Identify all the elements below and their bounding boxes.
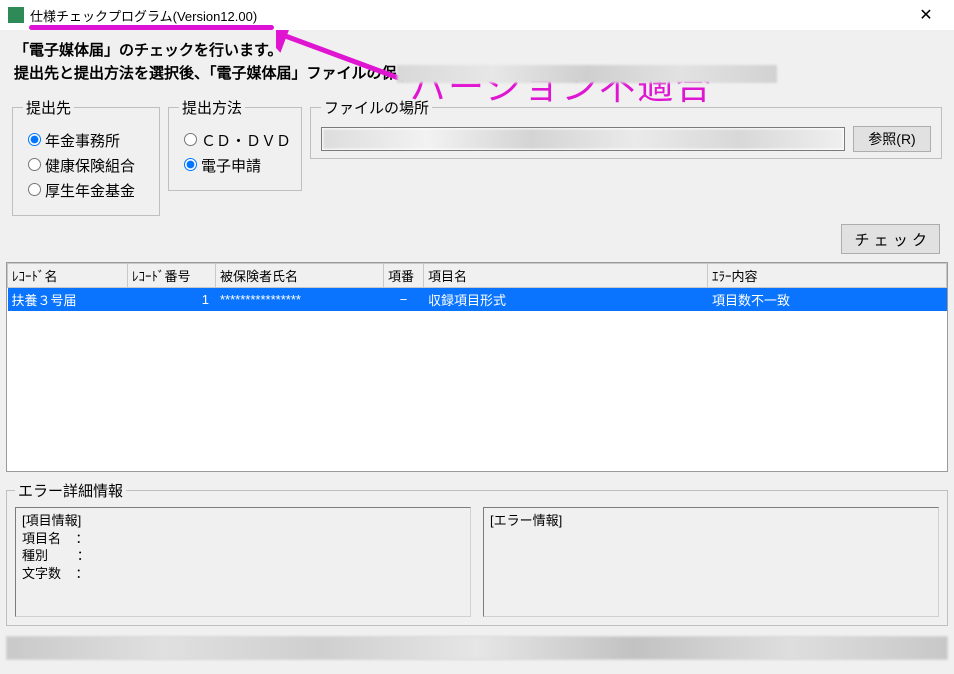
col-record-name[interactable]: ﾚｺｰﾄﾞ名 bbox=[8, 264, 128, 288]
close-button[interactable]: ✕ bbox=[906, 0, 946, 30]
col-insured-name[interactable]: 被保険者氏名 bbox=[216, 264, 384, 288]
destination-legend: 提出先 bbox=[23, 97, 74, 118]
item-info-box: [項目情報] 項目名 ： 種別 ： 文字数 ： bbox=[15, 507, 471, 617]
table-row[interactable]: 扶養３号届 1 **************** − 収録項目形式 項目数不一致 bbox=[8, 288, 947, 312]
col-error-content[interactable]: ｴﾗｰ内容 bbox=[708, 264, 947, 288]
instruction-line-2: 提出先と提出方法を選択後、「電子媒体届」ファイルの保 bbox=[14, 63, 940, 86]
blurred-text bbox=[323, 129, 843, 149]
browse-button[interactable]: 参照(R) bbox=[853, 126, 931, 152]
dest-opt-welfare-fund[interactable]: 厚生年金基金 bbox=[23, 180, 149, 201]
method-radio-2[interactable] bbox=[184, 158, 197, 171]
dest-radio-3[interactable] bbox=[28, 183, 41, 196]
method-legend: 提出方法 bbox=[179, 97, 245, 118]
destination-group: 提出先 年金事務所 健康保険組合 厚生年金基金 bbox=[12, 97, 160, 216]
dest-opt-pension-office[interactable]: 年金事務所 bbox=[23, 130, 149, 151]
result-table[interactable]: ﾚｺｰﾄﾞ名 ﾚｺｰﾄﾞ番号 被保険者氏名 項番 項目名 ｴﾗｰ内容 扶養３号届… bbox=[6, 262, 948, 472]
file-legend: ファイルの場所 bbox=[321, 97, 432, 118]
dest-opt-health-ins[interactable]: 健康保険組合 bbox=[23, 155, 149, 176]
method-radio-1[interactable] bbox=[184, 133, 197, 146]
table-header-row: ﾚｺｰﾄﾞ名 ﾚｺｰﾄﾞ番号 被保険者氏名 項番 項目名 ｴﾗｰ内容 bbox=[8, 264, 947, 288]
dest-radio-2[interactable] bbox=[28, 158, 41, 171]
check-button[interactable]: チ ェ ッ ク bbox=[841, 224, 940, 254]
col-record-number[interactable]: ﾚｺｰﾄﾞ番号 bbox=[128, 264, 216, 288]
dest-radio-1[interactable] bbox=[28, 133, 41, 146]
blurred-text bbox=[397, 65, 777, 83]
method-opt-eapply[interactable]: 電子申請 bbox=[179, 155, 291, 176]
file-location-group: ファイルの場所 参照(R) bbox=[310, 97, 942, 159]
error-detail-group: エラー詳細情報 [項目情報] 項目名 ： 種別 ： 文字数 ： [エラー情報] bbox=[6, 480, 948, 626]
annotation-underline bbox=[29, 25, 274, 30]
error-detail-legend: エラー詳細情報 bbox=[15, 480, 126, 501]
status-bar-blurred bbox=[6, 636, 948, 660]
window-title: 仕様チェックプログラム(Version12.00) bbox=[30, 6, 257, 25]
col-item-name[interactable]: 項目名 bbox=[424, 264, 708, 288]
method-group: 提出方法 ＣＤ・ＤＶＤ 電子申請 bbox=[168, 97, 302, 191]
col-item-number[interactable]: 項番 bbox=[384, 264, 424, 288]
method-opt-cddvd[interactable]: ＣＤ・ＤＶＤ bbox=[179, 130, 291, 151]
app-icon bbox=[8, 7, 24, 23]
file-path-input[interactable] bbox=[321, 127, 845, 151]
error-info-box: [エラー情報] bbox=[483, 507, 939, 617]
